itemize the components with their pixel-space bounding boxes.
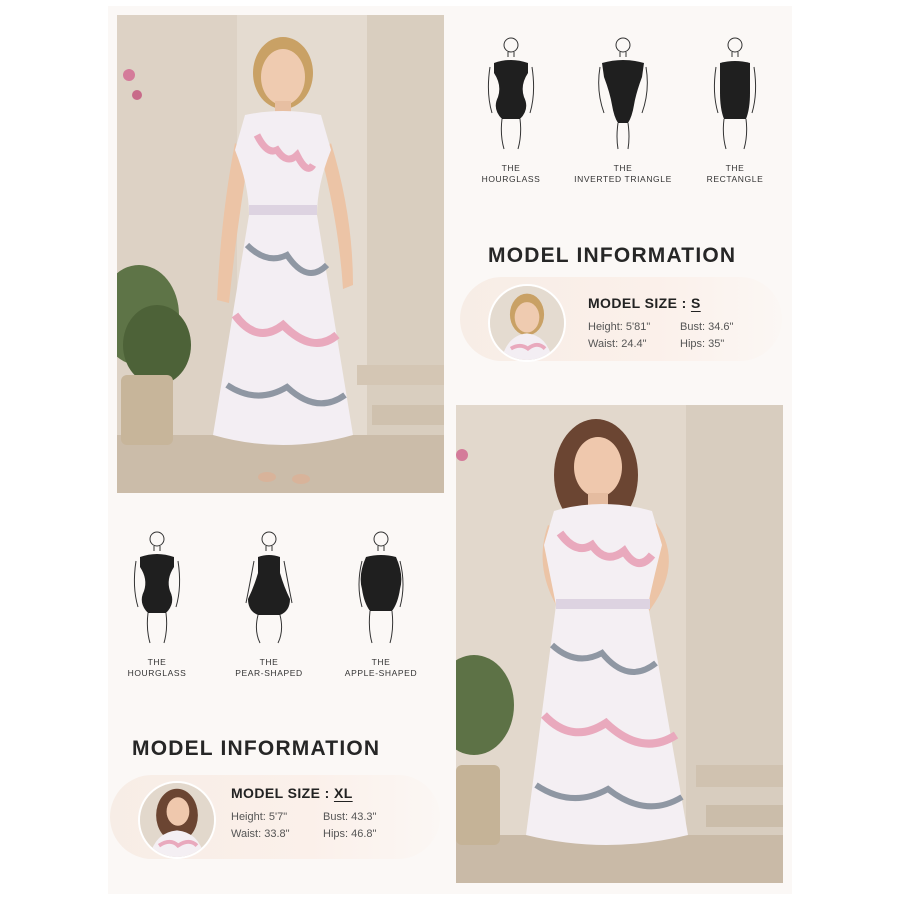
body-shape-hourglass: THE HOURGLASS — [455, 33, 567, 185]
shape-label-name: RECTANGLE — [706, 174, 764, 184]
model-measurements: Height: 5'7" Bust: 43.3" Waist: 33.8" Hi… — [231, 811, 403, 840]
body-shape-rectangle: THE RECTANGLE — [679, 33, 791, 185]
apple-body-icon — [358, 531, 404, 644]
shape-label-prefix: THE — [147, 657, 167, 667]
model-measurements: Height: 5'81" Bust: 34.6" Waist: 24.4" H… — [588, 321, 760, 350]
model-hips: Hips: 46.8" — [323, 828, 377, 840]
model-waist: Waist: 24.4" — [588, 338, 647, 350]
shape-label: THE INVERTED TRIANGLE — [567, 163, 679, 185]
body-shape-apple: THE APPLE-SHAPED — [325, 527, 437, 679]
model-height: Height: 5'81" — [588, 321, 651, 333]
pear-body-icon — [245, 531, 293, 644]
hourglass-body-icon — [487, 37, 535, 150]
model-waist: Waist: 33.8" — [231, 828, 290, 840]
avatar — [138, 781, 216, 859]
model-size-label: MODEL SIZE : — [231, 785, 334, 801]
shape-label-name: PEAR-SHAPED — [235, 668, 303, 678]
model-size: MODEL SIZE : XL — [231, 785, 353, 801]
model-height: Height: 5'7" — [231, 811, 288, 823]
shape-label: THE HOURGLASS — [101, 657, 213, 679]
shape-label-prefix: THE — [371, 657, 391, 667]
shape-label-prefix: THE — [259, 657, 279, 667]
model-information-title: MODEL INFORMATION — [488, 244, 737, 267]
shape-label: THE HOURGLASS — [455, 163, 567, 185]
hourglass-body-icon — [133, 531, 181, 644]
shape-label-name: HOURGLASS — [481, 174, 541, 184]
model-size: MODEL SIZE : S — [588, 295, 701, 311]
body-shape-row-bottom: THE HOURGLASS THE PEAR-SHAPED THE APPLE-… — [101, 527, 437, 679]
body-shape-row-top: THE HOURGLASS THE INVERTED TRIANGLE THE … — [455, 33, 791, 185]
model-photo-size-xl — [456, 405, 783, 883]
model-photo-size-s — [117, 15, 444, 493]
body-shape-hourglass: THE HOURGLASS — [101, 527, 213, 679]
model-size-label: MODEL SIZE : — [588, 295, 691, 311]
body-shape-pear: THE PEAR-SHAPED — [213, 527, 325, 679]
shape-label-prefix: THE — [725, 163, 745, 173]
rectangle-body-icon — [713, 37, 757, 150]
body-shape-inverted-triangle: THE INVERTED TRIANGLE — [567, 33, 679, 185]
shape-label: THE APPLE-SHAPED — [325, 657, 437, 679]
model-bust: Bust: 43.3" — [323, 811, 377, 823]
model-size-value: S — [690, 295, 701, 311]
model-bust: Bust: 34.6" — [680, 321, 734, 333]
model-hips: Hips: 35" — [680, 338, 725, 350]
shape-label: THE RECTANGLE — [679, 163, 791, 185]
shape-label: THE PEAR-SHAPED — [213, 657, 325, 679]
shape-label-name: APPLE-SHAPED — [344, 668, 418, 678]
avatar — [488, 284, 566, 362]
shape-label-name: HOURGLASS — [127, 668, 187, 678]
model-size-value: XL — [333, 785, 353, 801]
shape-label-prefix: THE — [613, 163, 633, 173]
inverted-triangle-body-icon — [598, 37, 648, 150]
shape-label-name: INVERTED TRIANGLE — [574, 174, 672, 184]
shape-label-prefix: THE — [501, 163, 521, 173]
model-information-title: MODEL INFORMATION — [132, 737, 381, 760]
